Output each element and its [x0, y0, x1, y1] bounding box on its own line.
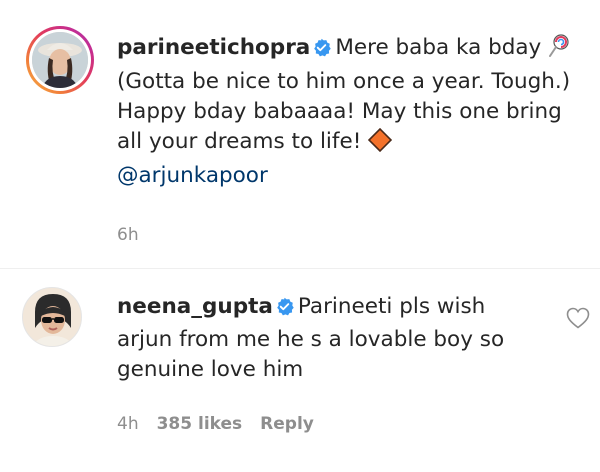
- caption-text-part1: Mere baba ka bday: [335, 35, 549, 60]
- caption-text-part2: (Gotta be nice to him once a year. Tough…: [117, 69, 571, 154]
- post-username[interactable]: parineetichopra: [117, 35, 310, 60]
- person-with-hat-icon: [32, 32, 88, 88]
- comment-username[interactable]: neena_gupta: [117, 294, 273, 319]
- heart-outline-icon[interactable]: [566, 307, 590, 333]
- verified-badge-icon: [275, 295, 294, 325]
- instagram-comments-screen: parineetichopra Mere baba ka bday (Gotta …: [0, 0, 600, 472]
- comment-item: neena_gupta Parineeti pls wish arjun from…: [0, 269, 600, 472]
- reply-button[interactable]: Reply: [260, 414, 314, 434]
- comment-avatar[interactable]: [22, 287, 82, 347]
- caption-text: parineetichopra Mere baba ka bday (Gotta …: [117, 33, 577, 191]
- orange-diamond-icon: [368, 127, 393, 161]
- avatar: [32, 32, 88, 88]
- verified-badge-icon: [312, 36, 332, 66]
- story-ring[interactable]: [26, 26, 94, 94]
- comment-timestamp[interactable]: 4h: [117, 414, 139, 434]
- comment-text-block: neena_gupta Parineeti pls wish arjun from…: [117, 292, 537, 385]
- post-timestamp[interactable]: 6h: [117, 225, 139, 245]
- post-caption: parineetichopra Mere baba ka bday (Gotta …: [0, 0, 600, 262]
- mention-link[interactable]: @arjunkapoor: [117, 163, 268, 188]
- likes-count[interactable]: 385 likes: [157, 414, 243, 434]
- comment-meta: 4h 385 likes Reply: [117, 414, 314, 434]
- lollipop-icon: [548, 34, 570, 67]
- person-with-sunglasses-icon: [23, 288, 81, 346]
